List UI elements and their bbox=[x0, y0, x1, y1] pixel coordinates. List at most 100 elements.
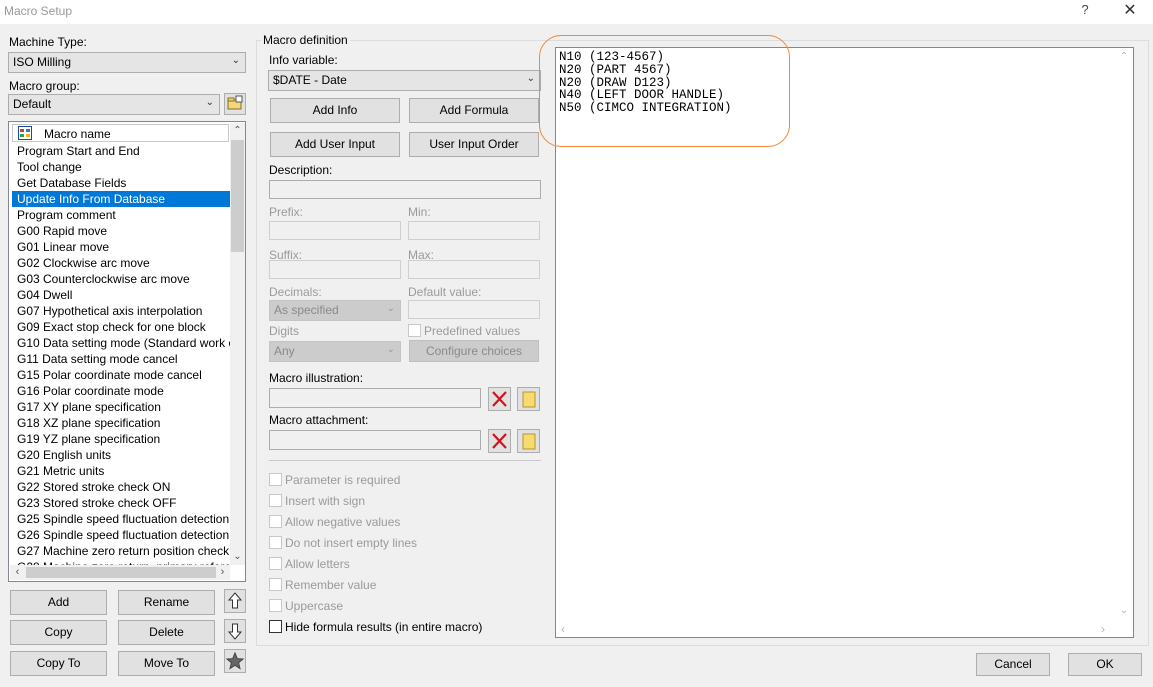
option-checkbox[interactable] bbox=[269, 599, 282, 612]
option-checkbox[interactable] bbox=[269, 578, 282, 591]
default-value-field[interactable] bbox=[408, 300, 540, 319]
option-label: Uppercase bbox=[285, 599, 344, 613]
macro-list[interactable]: Macro name Program Start and End Tool cha… bbox=[8, 121, 246, 582]
list-item[interactable]: G07 Hypothetical axis interpolation bbox=[12, 303, 230, 319]
list-item[interactable]: G23 Stored stroke check OFF bbox=[12, 495, 230, 511]
info-variable-value: $DATE - Date bbox=[273, 73, 347, 87]
move-to-button[interactable]: Move To bbox=[118, 651, 215, 676]
delete-x-icon bbox=[492, 433, 507, 449]
user-input-order-button[interactable]: User Input Order bbox=[409, 132, 539, 157]
list-item[interactable]: G17 XY plane specification bbox=[12, 399, 230, 415]
list-item[interactable]: G11 Data setting mode cancel bbox=[12, 351, 230, 367]
clear-illustration-button[interactable] bbox=[488, 387, 511, 411]
rename-button[interactable]: Rename bbox=[118, 590, 215, 615]
digits-select[interactable]: Any ⌄ bbox=[269, 341, 401, 362]
list-item[interactable]: G16 Polar coordinate mode bbox=[12, 383, 230, 399]
scroll-right-icon[interactable]: › bbox=[1101, 622, 1113, 636]
decimals-select[interactable]: As specified ⌄ bbox=[269, 300, 401, 321]
min-field[interactable] bbox=[408, 221, 540, 240]
option-checkbox[interactable] bbox=[269, 515, 282, 528]
scroll-right-icon[interactable]: › bbox=[215, 565, 230, 580]
list-item[interactable]: G19 YZ plane specification bbox=[12, 431, 230, 447]
move-down-button[interactable] bbox=[224, 619, 246, 643]
add-info-button[interactable]: Add Info bbox=[270, 98, 400, 123]
option-label: Insert with sign bbox=[285, 494, 366, 508]
list-item[interactable]: G20 English units bbox=[12, 447, 230, 463]
option-checkbox[interactable] bbox=[269, 473, 282, 486]
suffix-field[interactable] bbox=[269, 260, 401, 279]
browse-attachment-button[interactable] bbox=[517, 429, 540, 453]
option-checkbox[interactable] bbox=[269, 536, 282, 549]
scroll-up-icon[interactable]: ⌃ bbox=[1118, 51, 1130, 63]
option-label: Remember value bbox=[285, 578, 377, 592]
list-item[interactable]: G26 Spindle speed fluctuation detection … bbox=[12, 527, 230, 543]
option-checkbox[interactable] bbox=[269, 557, 282, 570]
list-item[interactable]: G10 Data setting mode (Standard work off… bbox=[12, 335, 230, 351]
list-item[interactable]: G21 Metric units bbox=[12, 463, 230, 479]
horizontal-scrollbar[interactable]: ‹ › bbox=[10, 565, 230, 580]
copy-to-button[interactable]: Copy To bbox=[10, 651, 107, 676]
list-item[interactable]: Program Start and End bbox=[12, 143, 230, 159]
machine-type-select[interactable]: ISO Milling ⌄ bbox=[8, 52, 246, 73]
list-item[interactable]: Tool change bbox=[12, 159, 230, 175]
decimals-label: Decimals: bbox=[269, 285, 322, 299]
scroll-up-icon[interactable]: ⌃ bbox=[230, 123, 245, 139]
arrow-up-icon bbox=[227, 592, 243, 609]
add-user-input-button[interactable]: Add User Input bbox=[270, 132, 400, 157]
predefined-values-checkbox[interactable] bbox=[408, 324, 421, 337]
macro-illustration-field[interactable] bbox=[269, 388, 481, 408]
list-item[interactable]: G02 Clockwise arc move bbox=[12, 255, 230, 271]
list-item[interactable]: G22 Stored stroke check ON bbox=[12, 479, 230, 495]
help-button[interactable]: ? bbox=[1078, 2, 1092, 20]
scroll-left-icon[interactable]: ‹ bbox=[561, 622, 573, 636]
group-settings-button[interactable] bbox=[224, 93, 246, 115]
list-header[interactable]: Macro name bbox=[12, 124, 229, 142]
digits-value: Any bbox=[274, 344, 295, 358]
clear-attachment-button[interactable] bbox=[488, 429, 511, 453]
list-item[interactable]: G09 Exact stop check for one block bbox=[12, 319, 230, 335]
prefix-field[interactable] bbox=[269, 221, 401, 240]
option-checkbox[interactable] bbox=[269, 494, 282, 507]
list-item[interactable]: G25 Spindle speed fluctuation detection … bbox=[12, 511, 230, 527]
hide-formula-checkbox[interactable] bbox=[269, 620, 282, 633]
list-item[interactable]: G15 Polar coordinate mode cancel bbox=[12, 367, 230, 383]
info-variable-label: Info variable: bbox=[269, 53, 338, 67]
ok-button[interactable]: OK bbox=[1068, 653, 1142, 676]
list-item[interactable]: Update Info From Database bbox=[12, 191, 230, 207]
list-item[interactable]: G03 Counterclockwise arc move bbox=[12, 271, 230, 287]
add-formula-button[interactable]: Add Formula bbox=[409, 98, 539, 123]
scroll-down-icon[interactable]: ⌄ bbox=[230, 549, 245, 565]
macro-attachment-label: Macro attachment: bbox=[269, 413, 369, 427]
copy-button[interactable]: Copy bbox=[10, 620, 107, 645]
max-field[interactable] bbox=[408, 260, 540, 279]
add-button[interactable]: Add bbox=[10, 590, 107, 615]
arrow-down-icon bbox=[227, 623, 243, 640]
browse-illustration-button[interactable] bbox=[517, 387, 540, 411]
list-item[interactable]: G00 Rapid move bbox=[12, 223, 230, 239]
list-item[interactable]: G01 Linear move bbox=[12, 239, 230, 255]
macro-attachment-field[interactable] bbox=[269, 430, 481, 450]
h-scroll-thumb[interactable] bbox=[26, 567, 216, 578]
description-field[interactable] bbox=[269, 180, 541, 199]
info-variable-select[interactable]: $DATE - Date ⌄ bbox=[268, 70, 541, 91]
list-item[interactable]: G18 XZ plane specification bbox=[12, 415, 230, 431]
vertical-scrollbar[interactable]: ⌃ ⌄ bbox=[230, 123, 245, 565]
move-up-button[interactable] bbox=[224, 589, 246, 613]
macro-illustration-label: Macro illustration: bbox=[269, 371, 364, 385]
close-button[interactable]: ✕ bbox=[1118, 0, 1142, 22]
list-item[interactable]: G27 Machine zero return position check bbox=[12, 543, 230, 559]
scroll-thumb[interactable] bbox=[231, 140, 244, 252]
star-icon bbox=[225, 651, 245, 670]
cancel-button[interactable]: Cancel bbox=[976, 653, 1050, 676]
list-item[interactable]: Get Database Fields bbox=[12, 175, 230, 191]
delete-button[interactable]: Delete bbox=[118, 620, 215, 645]
title-bar bbox=[0, 0, 1153, 24]
separator bbox=[269, 460, 541, 461]
configure-choices-button[interactable]: Configure choices bbox=[409, 340, 539, 362]
macro-group-select[interactable]: Default ⌄ bbox=[8, 94, 220, 115]
scroll-down-icon[interactable]: ⌄ bbox=[1118, 605, 1130, 617]
list-item[interactable]: Program comment bbox=[12, 207, 230, 223]
list-item[interactable]: G04 Dwell bbox=[12, 287, 230, 303]
favorite-button[interactable] bbox=[224, 649, 246, 673]
scroll-left-icon[interactable]: ‹ bbox=[10, 565, 25, 580]
